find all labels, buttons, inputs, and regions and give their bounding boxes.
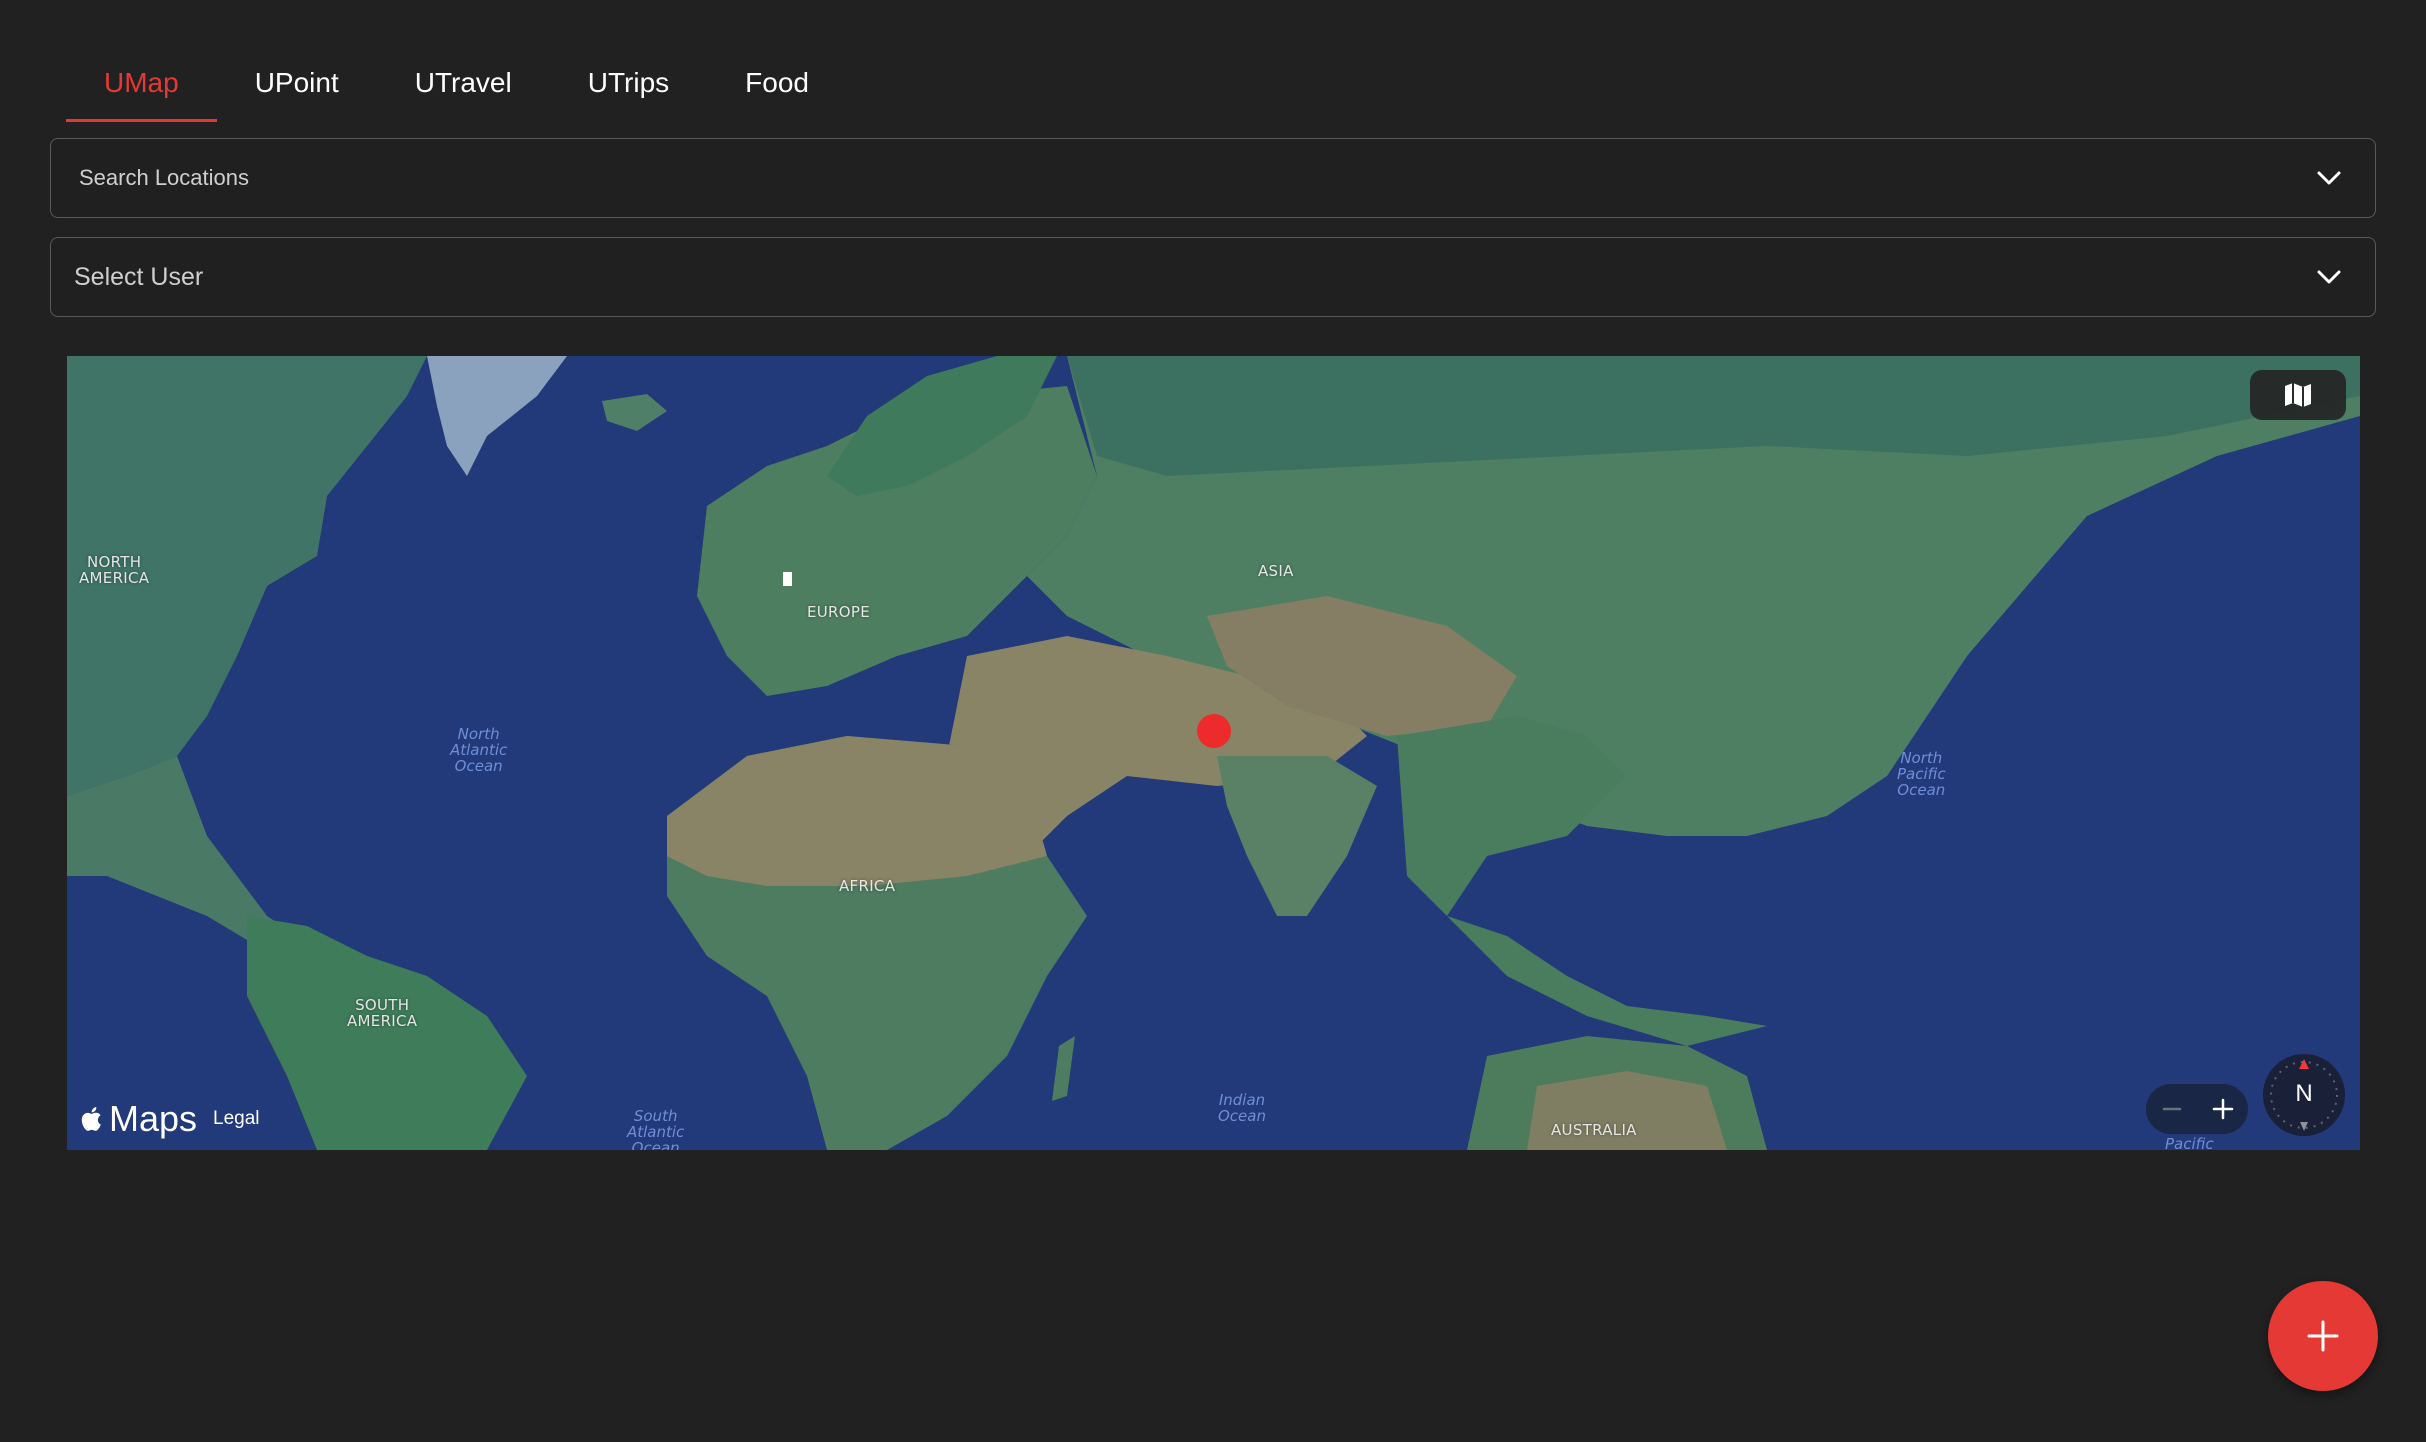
plus-icon [2307,1320,2339,1352]
legal-link[interactable]: Legal [213,1108,260,1130]
label-indian-ocean: Indian Ocean [1218,1091,1266,1125]
chevron-down-icon [2317,270,2341,284]
plus-icon [2212,1098,2233,1120]
compass-north-label: N [2295,1080,2313,1107]
label-south-america: SOUTH AMERICA [347,996,418,1030]
select-user-dropdown[interactable]: Select User [50,237,2376,317]
map-type-button[interactable] [2250,370,2346,420]
apple-logo-icon [81,1107,101,1131]
label-south-atlantic-ocean: South Atlantic Ocean [627,1107,685,1150]
select-user-placeholder: Select User [74,262,204,291]
zoom-out-button[interactable] [2146,1084,2197,1134]
zoom-control [2146,1084,2248,1134]
label-north-pacific-ocean: North Pacific Ocean [1897,749,1946,799]
label-pacific-ocean: Pacific [2165,1135,2214,1150]
tab-utrips[interactable]: UTrips [550,44,707,122]
minus-icon [2162,1107,2181,1111]
chevron-down-icon [2317,171,2341,185]
search-locations-placeholder: Search Locations [79,165,249,190]
world-map[interactable]: NORTH AMERICA EUROPE ASIA AFRICA SOUTH AME… [67,356,2360,1150]
tab-umap[interactable]: UMap [66,44,217,122]
label-asia: ASIA [1258,562,1294,580]
label-australia: AUSTRALIA [1551,1121,1637,1139]
tab-bar: UMap UPoint UTravel UTrips Food [66,44,847,122]
tab-upoint[interactable]: UPoint [217,44,377,122]
tab-food[interactable]: Food [707,44,847,122]
map-terrain [67,356,2360,1150]
map-location-marker[interactable] [1197,714,1231,748]
add-button[interactable] [2268,1281,2378,1391]
map-icon [2285,383,2311,407]
label-north-america: NORTH AMERICA [79,553,150,587]
map-pin-small[interactable] [783,572,792,586]
maps-brand-text: Maps [109,1098,198,1139]
label-africa: AFRICA [839,877,896,895]
zoom-in-button[interactable] [2197,1084,2248,1134]
label-europe: EUROPE [807,603,871,621]
maps-attribution: Maps Legal [81,1098,260,1140]
search-locations-select[interactable]: Search Locations [50,138,2376,218]
tab-utravel[interactable]: UTravel [377,44,550,122]
label-north-atlantic-ocean: North Atlantic Ocean [450,725,508,775]
compass-button[interactable]: N [2263,1054,2345,1136]
